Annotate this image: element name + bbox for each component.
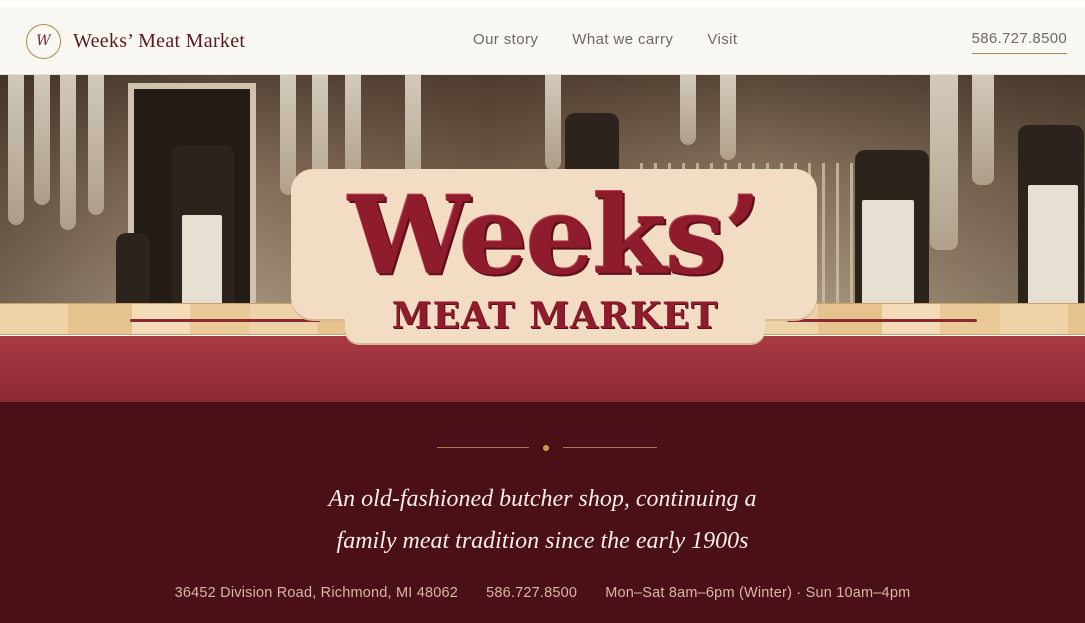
divider-dot (543, 445, 549, 451)
header-phone-link[interactable]: 586.727.8500 (971, 30, 1067, 54)
brand-home-link[interactable]: W Weeks’ Meat Market (26, 23, 245, 59)
logo-rule-right (787, 319, 977, 322)
logo-rule-left (130, 319, 320, 322)
nav-link-what-we-carry[interactable]: What we carry (572, 31, 673, 48)
tagline: An old-fashioned butcher shop, continuin… (0, 478, 1085, 562)
nav-link-our-story[interactable]: Our story (473, 31, 538, 48)
hero-logo-subtitle: MEAT MARKET (391, 295, 719, 337)
nav-link-visit[interactable]: Visit (707, 31, 737, 48)
tagline-line-2: family meat tradition since the early 19… (336, 528, 749, 554)
site-header: W Weeks’ Meat Market Our story What we c… (0, 7, 1085, 75)
hero-logo-title: Weeks’ (348, 173, 761, 299)
hero-red-band (0, 336, 1085, 402)
intro-phone-text: 586.727.8500 (486, 585, 578, 601)
hero-banner: Weeks’ MEAT MARKET (0, 75, 1085, 402)
top-strip (0, 0, 1085, 7)
hours-text: Mon–Sat 8am–6pm (Winter) · Sun 10am–4pm (605, 585, 911, 601)
brand-name: Weeks’ Meat Market (73, 29, 246, 52)
main-nav: Our story What we carry Visit (473, 31, 771, 48)
tagline-line-1: An old-fashioned butcher shop, continuin… (328, 486, 757, 512)
address-text: 36452 Division Road, Richmond, MI 48062 (174, 585, 459, 601)
contact-info-row: 36452 Division Road, Richmond, MI 48062 … (0, 585, 1085, 601)
divider-left (437, 447, 529, 448)
brand-monogram-icon: W (26, 23, 61, 59)
divider-right (563, 447, 657, 448)
